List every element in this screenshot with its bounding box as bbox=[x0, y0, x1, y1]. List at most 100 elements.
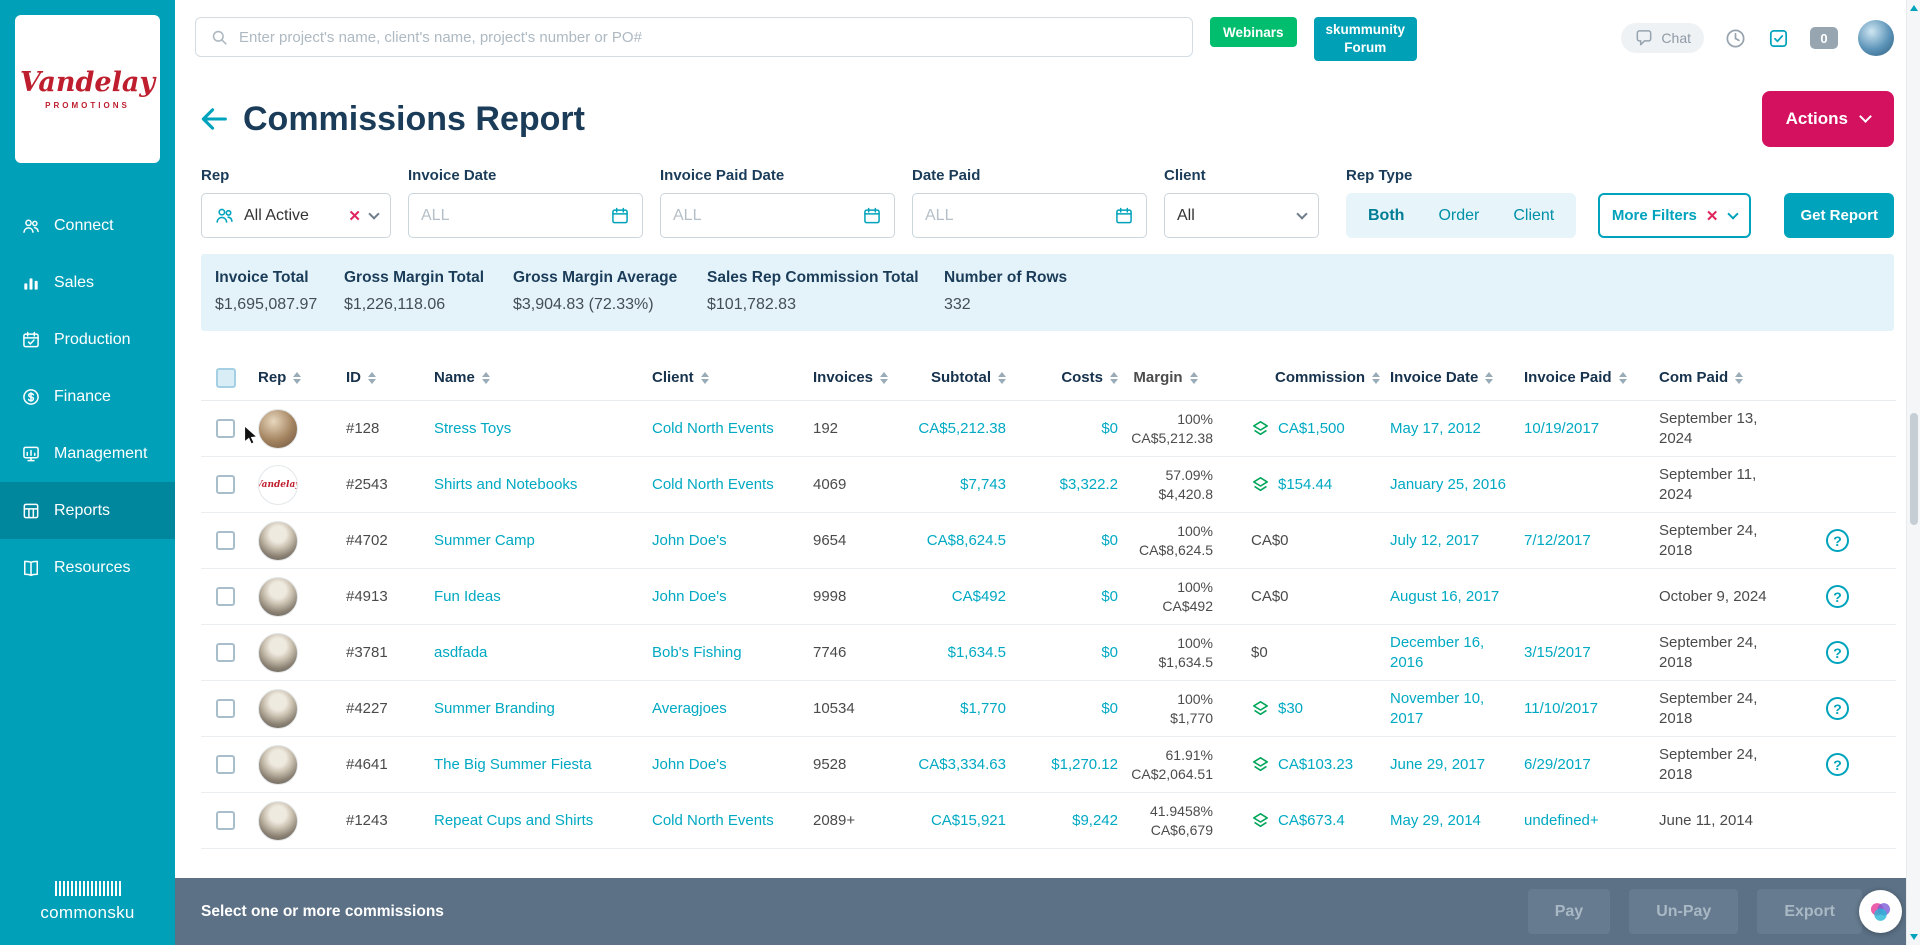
row-checkbox[interactable] bbox=[216, 587, 235, 606]
costs-link[interactable]: $0 bbox=[1101, 700, 1118, 717]
scroll-up-icon[interactable] bbox=[1910, 5, 1918, 11]
help-icon[interactable]: ? bbox=[1826, 753, 1849, 776]
avatar-portrait[interactable] bbox=[258, 745, 298, 785]
help-icon[interactable]: ? bbox=[1826, 641, 1849, 664]
rep-select[interactable]: All Active ✕ bbox=[201, 193, 391, 238]
invoice-paid-link[interactable]: 3/15/2017 bbox=[1524, 644, 1591, 661]
subtotal-link[interactable]: $1,770 bbox=[960, 700, 1006, 717]
invoice-date-input[interactable]: ALL bbox=[408, 193, 643, 238]
subtotal-link[interactable]: CA$492 bbox=[952, 588, 1006, 605]
subtotal-link[interactable]: CA$5,212.38 bbox=[918, 420, 1006, 437]
invoice-paid-link[interactable]: 6/29/2017 bbox=[1524, 756, 1591, 773]
column-header-com_paid[interactable]: Com Paid bbox=[1659, 355, 1779, 400]
costs-link[interactable]: $0 bbox=[1101, 420, 1118, 437]
calendar-icon[interactable] bbox=[1114, 206, 1134, 226]
costs-link[interactable]: $0 bbox=[1101, 532, 1118, 549]
client-link[interactable]: John Doe's bbox=[652, 756, 727, 773]
sidebar-item-finance[interactable]: Finance bbox=[0, 368, 175, 425]
costs-link[interactable]: $1,270.12 bbox=[1051, 756, 1118, 773]
sidebar-item-production[interactable]: Production bbox=[0, 311, 175, 368]
avatar-photo[interactable] bbox=[258, 409, 298, 449]
get-report-button[interactable]: Get Report bbox=[1784, 193, 1894, 238]
back-button[interactable] bbox=[197, 102, 231, 136]
column-header-commission[interactable]: Commission bbox=[1213, 355, 1390, 400]
row-checkbox[interactable] bbox=[216, 419, 235, 438]
clear-more-filters-icon[interactable]: ✕ bbox=[1706, 207, 1719, 225]
sidebar-item-resources[interactable]: Resources bbox=[0, 539, 175, 596]
commission-value[interactable]: CA$673.4 bbox=[1278, 812, 1345, 829]
avatar-portrait[interactable] bbox=[258, 633, 298, 673]
column-header-invoice_paid[interactable]: Invoice Paid bbox=[1518, 355, 1659, 400]
avatar-portrait[interactable] bbox=[258, 689, 298, 729]
subtotal-link[interactable]: CA$15,921 bbox=[931, 812, 1006, 829]
scroll-down-icon[interactable] bbox=[1910, 934, 1918, 940]
rep-type-option-order[interactable]: Order bbox=[1421, 207, 1496, 225]
user-avatar[interactable] bbox=[1858, 20, 1894, 56]
project-name-link[interactable]: Summer Camp bbox=[434, 532, 535, 549]
row-checkbox[interactable] bbox=[216, 475, 235, 494]
row-checkbox[interactable] bbox=[216, 755, 235, 774]
column-header-invoices[interactable]: Invoices bbox=[813, 355, 893, 400]
search-bar[interactable] bbox=[195, 17, 1193, 57]
rep-type-option-client[interactable]: Client bbox=[1496, 207, 1571, 225]
column-header-client[interactable]: Client bbox=[652, 355, 813, 400]
client-select[interactable]: All bbox=[1164, 193, 1319, 238]
more-filters-button[interactable]: More Filters ✕ bbox=[1598, 193, 1752, 238]
webinars-button[interactable]: Webinars bbox=[1210, 17, 1297, 47]
sidebar-item-management[interactable]: Management bbox=[0, 425, 175, 482]
commission-value[interactable]: $154.44 bbox=[1278, 476, 1332, 493]
costs-link[interactable]: $9,242 bbox=[1072, 812, 1118, 829]
column-header-subtotal[interactable]: Subtotal bbox=[893, 355, 1006, 400]
subtotal-link[interactable]: $1,634.5 bbox=[948, 644, 1006, 661]
invoice-date-link[interactable]: December 16, 2016 bbox=[1390, 633, 1512, 672]
project-name-link[interactable]: asdfada bbox=[434, 644, 487, 661]
client-link[interactable]: Bob's Fishing bbox=[652, 644, 742, 661]
invoice-date-link[interactable]: June 29, 2017 bbox=[1390, 755, 1485, 775]
row-checkbox[interactable] bbox=[216, 699, 235, 718]
actions-button[interactable]: Actions bbox=[1762, 91, 1894, 147]
rep-type-option-both[interactable]: Both bbox=[1351, 207, 1421, 225]
column-header-name[interactable]: Name bbox=[434, 355, 652, 400]
subtotal-link[interactable]: CA$8,624.5 bbox=[927, 532, 1006, 549]
commission-value[interactable]: CA$1,500 bbox=[1278, 420, 1345, 437]
tasks-check-icon[interactable] bbox=[1767, 27, 1790, 50]
row-checkbox[interactable] bbox=[216, 811, 235, 830]
invoice-date-link[interactable]: May 29, 2014 bbox=[1390, 811, 1481, 831]
calendar-icon[interactable] bbox=[610, 206, 630, 226]
invoice-date-link[interactable]: November 10, 2017 bbox=[1390, 689, 1512, 728]
column-header-invoice_date[interactable]: Invoice Date bbox=[1390, 355, 1518, 400]
project-name-link[interactable]: Summer Branding bbox=[434, 700, 555, 717]
ai-assistant-button[interactable] bbox=[1859, 890, 1902, 933]
notification-count-badge[interactable]: 0 bbox=[1810, 27, 1838, 49]
avatar-portrait[interactable] bbox=[258, 521, 298, 561]
invoice-paid-link[interactable]: 11/10/2017 bbox=[1524, 700, 1598, 717]
help-icon[interactable]: ? bbox=[1826, 697, 1849, 720]
sidebar-item-reports[interactable]: Reports bbox=[0, 482, 175, 539]
scrollbar-thumb[interactable] bbox=[1910, 413, 1918, 525]
client-link[interactable]: Cold North Events bbox=[652, 812, 774, 829]
help-icon[interactable]: ? bbox=[1826, 529, 1849, 552]
company-logo[interactable]: Vandelay PROMOTIONS bbox=[15, 15, 160, 163]
subtotal-link[interactable]: $7,743 bbox=[960, 476, 1006, 493]
pay-button[interactable]: Pay bbox=[1528, 889, 1610, 934]
export-button[interactable]: Export bbox=[1757, 889, 1862, 934]
invoice-date-link[interactable]: August 16, 2017 bbox=[1390, 587, 1499, 607]
search-input[interactable] bbox=[239, 29, 1178, 46]
chat-button[interactable]: Chat bbox=[1621, 23, 1704, 53]
client-link[interactable]: Cold North Events bbox=[652, 420, 774, 437]
column-header-costs[interactable]: Costs bbox=[1006, 355, 1118, 400]
clear-rep-filter-icon[interactable]: ✕ bbox=[348, 207, 361, 225]
avatar-portrait[interactable] bbox=[258, 577, 298, 617]
invoice-date-link[interactable]: July 12, 2017 bbox=[1390, 531, 1479, 551]
skummunity-forum-button[interactable]: skummunity Forum bbox=[1314, 17, 1418, 61]
calendar-icon[interactable] bbox=[862, 206, 882, 226]
client-link[interactable]: John Doe's bbox=[652, 588, 727, 605]
sidebar-item-connect[interactable]: Connect bbox=[0, 197, 175, 254]
subtotal-link[interactable]: CA$3,334.63 bbox=[918, 756, 1006, 773]
column-header-rep[interactable]: Rep bbox=[246, 355, 346, 400]
invoice-paid-link[interactable]: 7/12/2017 bbox=[1524, 532, 1591, 549]
project-name-link[interactable]: Fun Ideas bbox=[434, 588, 501, 605]
invoice-paid-date-input[interactable]: ALL bbox=[660, 193, 895, 238]
column-header-id[interactable]: ID bbox=[346, 355, 434, 400]
column-header-margin[interactable]: Margin bbox=[1118, 355, 1213, 400]
